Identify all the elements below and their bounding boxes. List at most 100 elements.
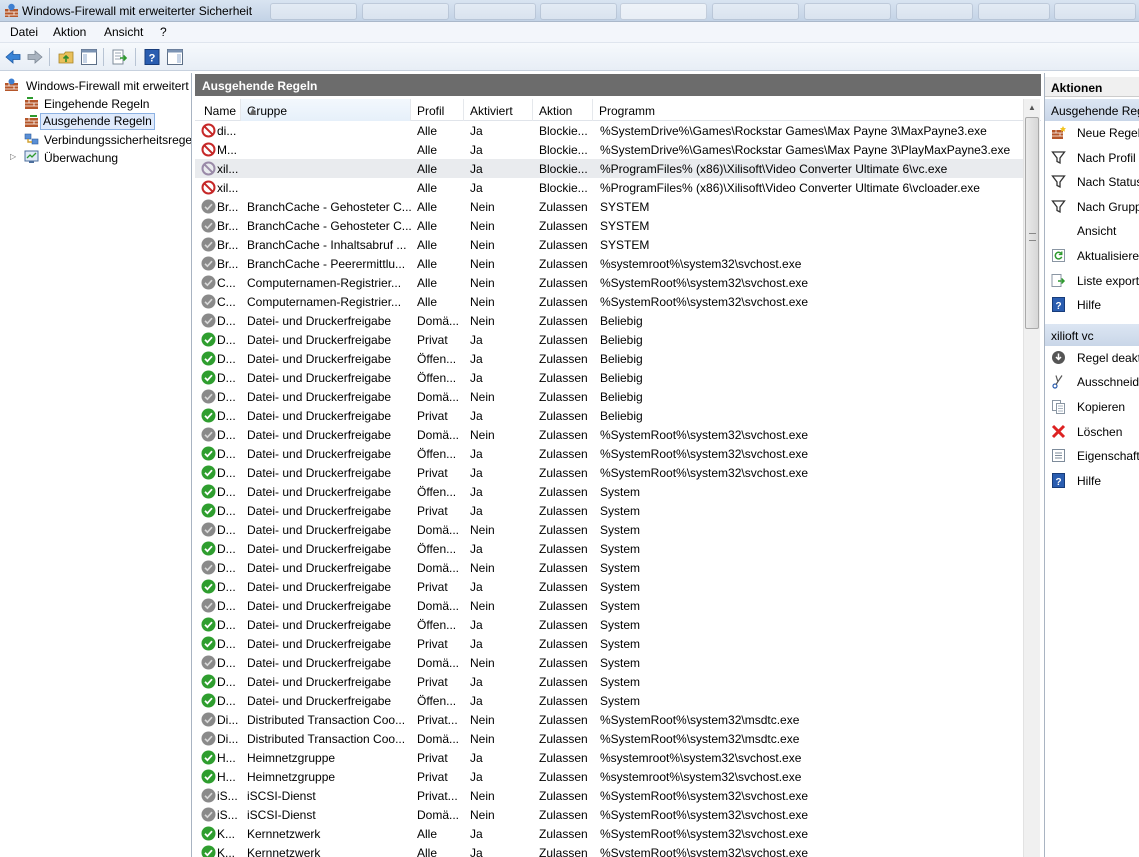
table-row[interactable]: D... Datei- und Druckerfreigabe Privat Ja Zu… bbox=[195, 672, 1025, 691]
table-row[interactable]: D... Datei- und Druckerfreigabe Öffen... Ja… bbox=[195, 349, 1025, 368]
table-row[interactable]: Di... Distributed Transaction Coo... Priva… bbox=[195, 710, 1025, 729]
action-item[interactable]: ? Hilfe bbox=[1045, 295, 1139, 315]
table-row[interactable]: Br... BranchCache - Gehosteter C... Alle Ne… bbox=[195, 216, 1025, 235]
expand-arrow-icon[interactable]: ▷ bbox=[10, 152, 16, 161]
allow-check-icon bbox=[201, 370, 216, 385]
vertical-scrollbar[interactable]: ▲ bbox=[1023, 99, 1040, 857]
action-item[interactable]: Kopieren bbox=[1045, 397, 1139, 417]
cell-aktion: Zulassen bbox=[539, 580, 588, 594]
up-folder-icon[interactable] bbox=[57, 48, 75, 66]
table-row[interactable]: D... Datei- und Druckerfreigabe Öffen... Ja… bbox=[195, 691, 1025, 710]
tree-item-ausgehende-regeln[interactable]: Ausgehende Regeln bbox=[24, 113, 191, 130]
table-row[interactable]: Br... BranchCache - Inhaltsabruf ... Alle N… bbox=[195, 235, 1025, 254]
export-list-icon[interactable] bbox=[111, 48, 129, 66]
menu-ansicht[interactable]: Ansicht bbox=[104, 25, 143, 39]
table-row[interactable]: Di... Distributed Transaction Coo... Domä.… bbox=[195, 729, 1025, 748]
cell-programm: Beliebig bbox=[600, 333, 643, 347]
cell-aktiviert: Ja bbox=[470, 694, 483, 708]
table-row[interactable]: D... Datei- und Druckerfreigabe Privat Ja Zu… bbox=[195, 406, 1025, 425]
action-item[interactable]: Neue Regel... bbox=[1045, 123, 1139, 143]
cell-aktiviert: Ja bbox=[470, 162, 483, 176]
action-item-label: Liste exportieren... bbox=[1077, 273, 1139, 288]
action-item[interactable]: Löschen bbox=[1045, 422, 1139, 442]
cell-aktion: Zulassen bbox=[539, 428, 588, 442]
menu-help[interactable]: ? bbox=[160, 25, 167, 39]
table-row[interactable]: D... Datei- und Druckerfreigabe Öffen... Ja… bbox=[195, 444, 1025, 463]
table-row[interactable]: D... Datei- und Druckerfreigabe Privat Ja Zu… bbox=[195, 330, 1025, 349]
column-name[interactable]: Name bbox=[198, 99, 241, 121]
background-window-tab bbox=[712, 3, 799, 20]
actions-section-header[interactable]: Ausgehende Regeln bbox=[1045, 99, 1139, 121]
menu-datei[interactable]: Datei bbox=[10, 25, 38, 39]
table-row[interactable]: D... Datei- und Druckerfreigabe Öffen... Ja… bbox=[195, 539, 1025, 558]
table-row[interactable]: D... Datei- und Druckerfreigabe Öffen... Ja… bbox=[195, 482, 1025, 501]
table-row[interactable]: D... Datei- und Druckerfreigabe Domä... Nei… bbox=[195, 653, 1025, 672]
table-row[interactable]: D... Datei- und Druckerfreigabe Domä... Nei… bbox=[195, 311, 1025, 330]
action-item[interactable]: Ansicht bbox=[1045, 221, 1139, 241]
column-aktion[interactable]: Aktion bbox=[533, 99, 593, 121]
show-hide-action-pane-icon[interactable] bbox=[166, 48, 184, 66]
action-item[interactable]: Liste exportieren... bbox=[1045, 271, 1139, 291]
column-programm[interactable]: Programm bbox=[593, 99, 1023, 121]
table-row[interactable]: D... Datei- und Druckerfreigabe Privat Ja Zu… bbox=[195, 463, 1025, 482]
table-row[interactable]: C... Computernamen-Registrier... Alle Nein Z… bbox=[195, 292, 1025, 311]
table-row[interactable]: D... Datei- und Druckerfreigabe Öffen... Ja… bbox=[195, 368, 1025, 387]
table-row[interactable]: D... Datei- und Druckerfreigabe Privat Ja Zu… bbox=[195, 577, 1025, 596]
disabled-rule-icon bbox=[201, 389, 216, 404]
column-profil[interactable]: Profil bbox=[411, 99, 464, 121]
cell-aktiviert: Nein bbox=[470, 732, 495, 746]
tree-item-verbindungssicherheitsregeln[interactable]: Verbindungssicherheitsrege bbox=[24, 131, 191, 148]
action-item[interactable]: Eigenschaften bbox=[1045, 446, 1139, 466]
table-row[interactable]: D... Datei- und Druckerfreigabe Privat Ja Zu… bbox=[195, 634, 1025, 653]
table-row[interactable]: K... Kernnetzwerk Alle Ja Zulassen %SystemRoo… bbox=[195, 843, 1025, 857]
actions-title: Aktionen bbox=[1051, 81, 1103, 95]
cell-aktiviert: Nein bbox=[470, 219, 495, 233]
help-icon[interactable]: ? bbox=[143, 48, 161, 66]
table-row[interactable]: di... Alle Ja Blockie... %SystemDrive%\Games… bbox=[195, 121, 1025, 140]
table-row[interactable]: H... Heimnetzgruppe Privat Ja Zulassen %syste… bbox=[195, 748, 1025, 767]
table-row[interactable]: C... Computernamen-Registrier... Alle Nein Z… bbox=[195, 273, 1025, 292]
table-row[interactable]: D... Datei- und Druckerfreigabe Privat Ja Zu… bbox=[195, 501, 1025, 520]
action-item[interactable]: Nach Profil filtern bbox=[1045, 148, 1139, 168]
table-row[interactable]: iS... iSCSI-Dienst Domä... Nein Zulassen %Sys… bbox=[195, 805, 1025, 824]
menu-aktion[interactable]: Aktion bbox=[53, 25, 86, 39]
action-item[interactable]: Aktualisieren bbox=[1045, 246, 1139, 266]
table-row[interactable]: D... Datei- und Druckerfreigabe Domä... Nei… bbox=[195, 596, 1025, 615]
column-aktiviert[interactable]: Aktiviert bbox=[464, 99, 533, 121]
table-row[interactable]: iS... iSCSI-Dienst Privat... Nein Zulassen %S… bbox=[195, 786, 1025, 805]
refresh-icon bbox=[1052, 249, 1065, 262]
tree-item-root[interactable]: Windows-Firewall mit erweitert bbox=[4, 77, 191, 94]
action-item[interactable]: Nach Status filtern bbox=[1045, 172, 1139, 192]
table-row[interactable]: M... Alle Ja Blockie... %SystemDrive%\Games\… bbox=[195, 140, 1025, 159]
action-item[interactable]: Ausschneiden bbox=[1045, 372, 1139, 392]
table-row[interactable]: D... Datei- und Druckerfreigabe Domä... Nei… bbox=[195, 520, 1025, 539]
action-item[interactable]: Nach Gruppe filtern bbox=[1045, 197, 1139, 217]
table-row[interactable]: K... Kernnetzwerk Alle Ja Zulassen %SystemRoo… bbox=[195, 824, 1025, 843]
toolbar: ? bbox=[0, 43, 1139, 71]
table-row[interactable]: xil... Alle Ja Blockie... %ProgramFiles% (x8… bbox=[195, 159, 1025, 178]
actions-section-header[interactable]: xilioft vc bbox=[1045, 323, 1139, 346]
table-row[interactable]: Br... BranchCache - Peerermittlu... Alle Ne… bbox=[195, 254, 1025, 273]
scroll-up-arrow-icon[interactable]: ▲ bbox=[1028, 103, 1036, 112]
forward-arrow-icon[interactable] bbox=[26, 48, 44, 66]
cell-name: D... bbox=[217, 599, 236, 613]
cell-aktiviert: Ja bbox=[470, 409, 483, 423]
table-row[interactable]: D... Datei- und Druckerfreigabe Domä... Nei… bbox=[195, 387, 1025, 406]
table-row[interactable]: D... Datei- und Druckerfreigabe Domä... Nei… bbox=[195, 558, 1025, 577]
back-arrow-icon[interactable] bbox=[4, 48, 22, 66]
action-item[interactable]: Regel deaktivieren bbox=[1045, 348, 1139, 368]
table-row[interactable]: H... Heimnetzgruppe Privat Ja Zulassen %syste… bbox=[195, 767, 1025, 786]
show-hide-tree-icon[interactable] bbox=[80, 48, 98, 66]
table-row[interactable]: xil... Alle Ja Blockie... %ProgramFiles% (x8… bbox=[195, 178, 1025, 197]
pane-header: Ausgehende Regeln bbox=[195, 74, 1041, 96]
table-row[interactable]: D... Datei- und Druckerfreigabe Domä... Nei… bbox=[195, 425, 1025, 444]
tree-item-ueberwachung[interactable]: ▷ Überwachung bbox=[10, 149, 191, 166]
action-item[interactable]: ? Hilfe bbox=[1045, 471, 1139, 491]
table-row[interactable]: Br... BranchCache - Gehosteter C... Alle Ne… bbox=[195, 197, 1025, 216]
column-gruppe[interactable]: Gruppe ▲ bbox=[241, 99, 411, 121]
table-row[interactable]: D... Datei- und Druckerfreigabe Öffen... Ja… bbox=[195, 615, 1025, 634]
cell-profil: Domä... bbox=[417, 314, 460, 328]
tree-item-eingehende-regeln[interactable]: Eingehende Regeln bbox=[24, 95, 191, 112]
cell-profil: Öffen... bbox=[417, 371, 457, 385]
scrollbar-thumb[interactable] bbox=[1025, 117, 1039, 329]
